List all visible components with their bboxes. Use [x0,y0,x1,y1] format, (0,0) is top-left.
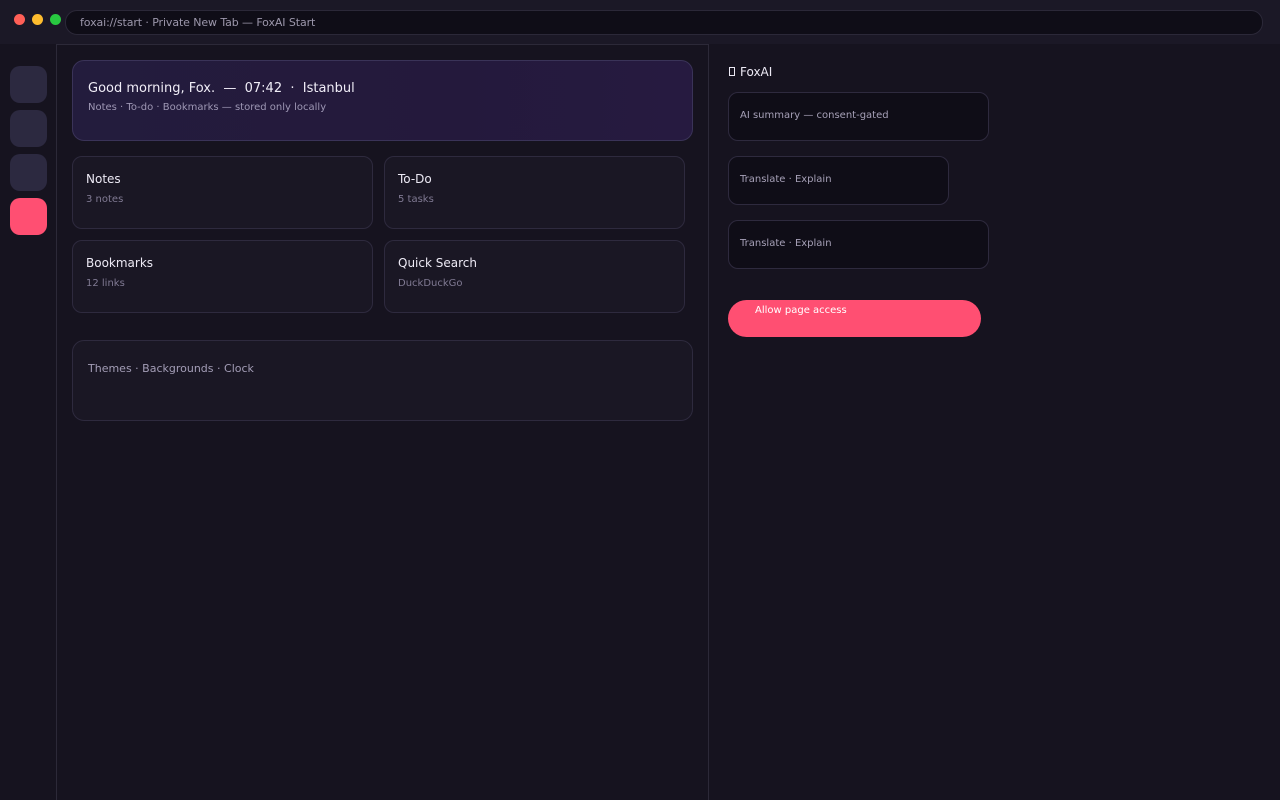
maximize-window-button[interactable] [50,14,61,25]
card-subtitle: 5 tasks [398,194,434,205]
themes-label: Themes · Backgrounds · Clock [88,362,254,375]
themes-card[interactable]: Themes · Backgrounds · Clock [72,340,693,421]
greeting-title: Good morning, Fox. — 07:42 · Istanbul [88,81,355,96]
notes-card[interactable]: Notes 3 notes [72,156,373,229]
todo-card[interactable]: To-Do 5 tasks [384,156,685,229]
translate-explain-card[interactable]: Translate · Explain [728,156,949,205]
card-title: Quick Search [398,256,477,270]
address-bar[interactable]: foxai://start · Private New Tab — FoxAI … [65,10,1263,35]
quick-search-card[interactable]: Quick Search DuckDuckGo [384,240,685,313]
card-title: Notes [86,172,121,186]
title-bar: foxai://start · Private New Tab — FoxAI … [0,0,1280,44]
ai-card-label: Translate · Explain [740,238,832,249]
allow-page-access-button[interactable]: Allow page access [728,300,981,337]
rail-button-2[interactable] [10,110,47,147]
greeting-card: Good morning, Fox. — 07:42 · Istanbul No… [72,60,693,141]
close-window-button[interactable] [14,14,25,25]
foxai-panel-header: FoxAI [729,65,772,79]
rail-button-3[interactable] [10,154,47,191]
bookmarks-card[interactable]: Bookmarks 12 links [72,240,373,313]
ai-card-label: Translate · Explain [740,174,832,185]
fox-icon [729,67,735,76]
card-subtitle: 12 links [86,278,125,289]
card-subtitle: 3 notes [86,194,124,205]
allow-button-label: Allow page access [755,305,847,316]
minimize-window-button[interactable] [32,14,43,25]
greeting-subtitle: Notes · To-do · Bookmarks — stored only … [88,102,327,113]
rail-button-4-active[interactable] [10,198,47,235]
card-title: Bookmarks [86,256,154,270]
ai-summary-card[interactable]: AI summary — consent-gated [728,92,989,141]
translate-explain-card-2[interactable]: Translate · Explain [728,220,989,269]
card-title: To-Do [398,172,432,186]
rail-button-1[interactable] [10,66,47,103]
ai-card-label: AI summary — consent-gated [740,110,889,121]
foxai-title: FoxAI [740,65,773,79]
card-subtitle: DuckDuckGo [398,278,463,289]
